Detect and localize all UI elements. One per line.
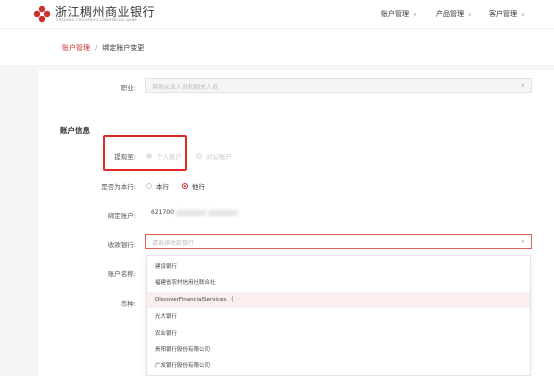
dropdown-option[interactable]: 建设银行 [147,259,530,275]
chevron-down-icon: ∨ [413,12,417,18]
nav-customer-management[interactable]: 客户管理 ∨ [489,9,525,19]
breadcrumb-separator: / [95,44,98,52]
logo-subtitle: ZHEJIANG CHOUZHOU COMMERCIAL BANK [56,18,137,22]
chevron-up-icon: ∧ [520,238,525,245]
bank-logo-icon [33,5,51,23]
radio-label: 他行 [192,183,205,191]
radio-other-bank[interactable]: 他行 [182,181,205,191]
receive-bank-select[interactable]: 请选择收款银行 ∧ [145,234,532,249]
currency-label: 币种: [120,300,136,308]
nav-product-management[interactable]: 产品管理 ∨ [436,9,472,19]
dropdown-option[interactable]: 福建省农村信用社联合社 [147,275,530,291]
section-title-account-info: 账户信息 [60,126,90,135]
job-label: 职业: [120,84,136,92]
bind-account-label: 绑定账户: [107,212,136,220]
receive-bank-label: 收款银行: [107,241,136,249]
nav-label: 账户管理 [381,10,409,18]
masked-digits [207,209,238,216]
highlight-box [103,135,187,171]
bank-dropdown-list: 建设银行 福建省农村信用社联合社 DiscoverFinancialServic… [146,255,531,376]
dropdown-option[interactable]: DiscoverFinancialServices.（ [147,292,530,308]
radio-dot [196,153,202,159]
bind-account-value: 621700 [145,206,532,221]
breadcrumb: 账户管理 / 绑定账户变更 [62,43,144,53]
dropdown-option[interactable]: 光大银行 [147,309,530,325]
masked-digits [175,209,206,216]
dropdown-option[interactable]: 广发银行股份有限公司 [147,358,530,374]
job-select: 其他从业人员和相关人员 ∨ [145,78,532,93]
radio-label: 对公账户 [206,153,232,161]
breadcrumb-bar: 账户管理 / 绑定账户变更 [0,29,554,65]
dropdown-option[interactable]: 贵阳银行股份有限公司 [147,342,530,358]
top-header: 浙江稠州商业银行 ZHEJIANG CHOUZHOU COMMERCIAL BA… [0,0,554,29]
chevron-down-icon: ∨ [520,82,525,89]
chevron-down-icon: ∨ [521,12,525,18]
receive-bank-placeholder: 请选择收款银行 [152,240,195,247]
radio-corporate-account: 对公账户 [196,151,232,161]
breadcrumb-current: 绑定账户变更 [102,44,145,52]
bind-account-number: 621700 [151,209,174,216]
nav-account-management[interactable]: 账户管理 ∨ [381,9,417,19]
chevron-down-icon: ∨ [468,12,472,18]
account-name-label: 账户名称: [107,270,136,278]
job-value: 其他从业人员和相关人员 [152,84,219,91]
dropdown-option[interactable]: 农业银行 [147,326,530,342]
radio-label: 本行 [156,183,169,191]
nav-label: 客户管理 [489,10,517,18]
breadcrumb-parent-link[interactable]: 账户管理 [62,44,90,52]
nav-label: 产品管理 [436,10,464,18]
radio-dot [146,183,152,189]
same-bank-label: 是否为本行: [101,183,136,191]
radio-same-bank[interactable]: 本行 [146,181,169,191]
radio-dot [182,183,188,189]
